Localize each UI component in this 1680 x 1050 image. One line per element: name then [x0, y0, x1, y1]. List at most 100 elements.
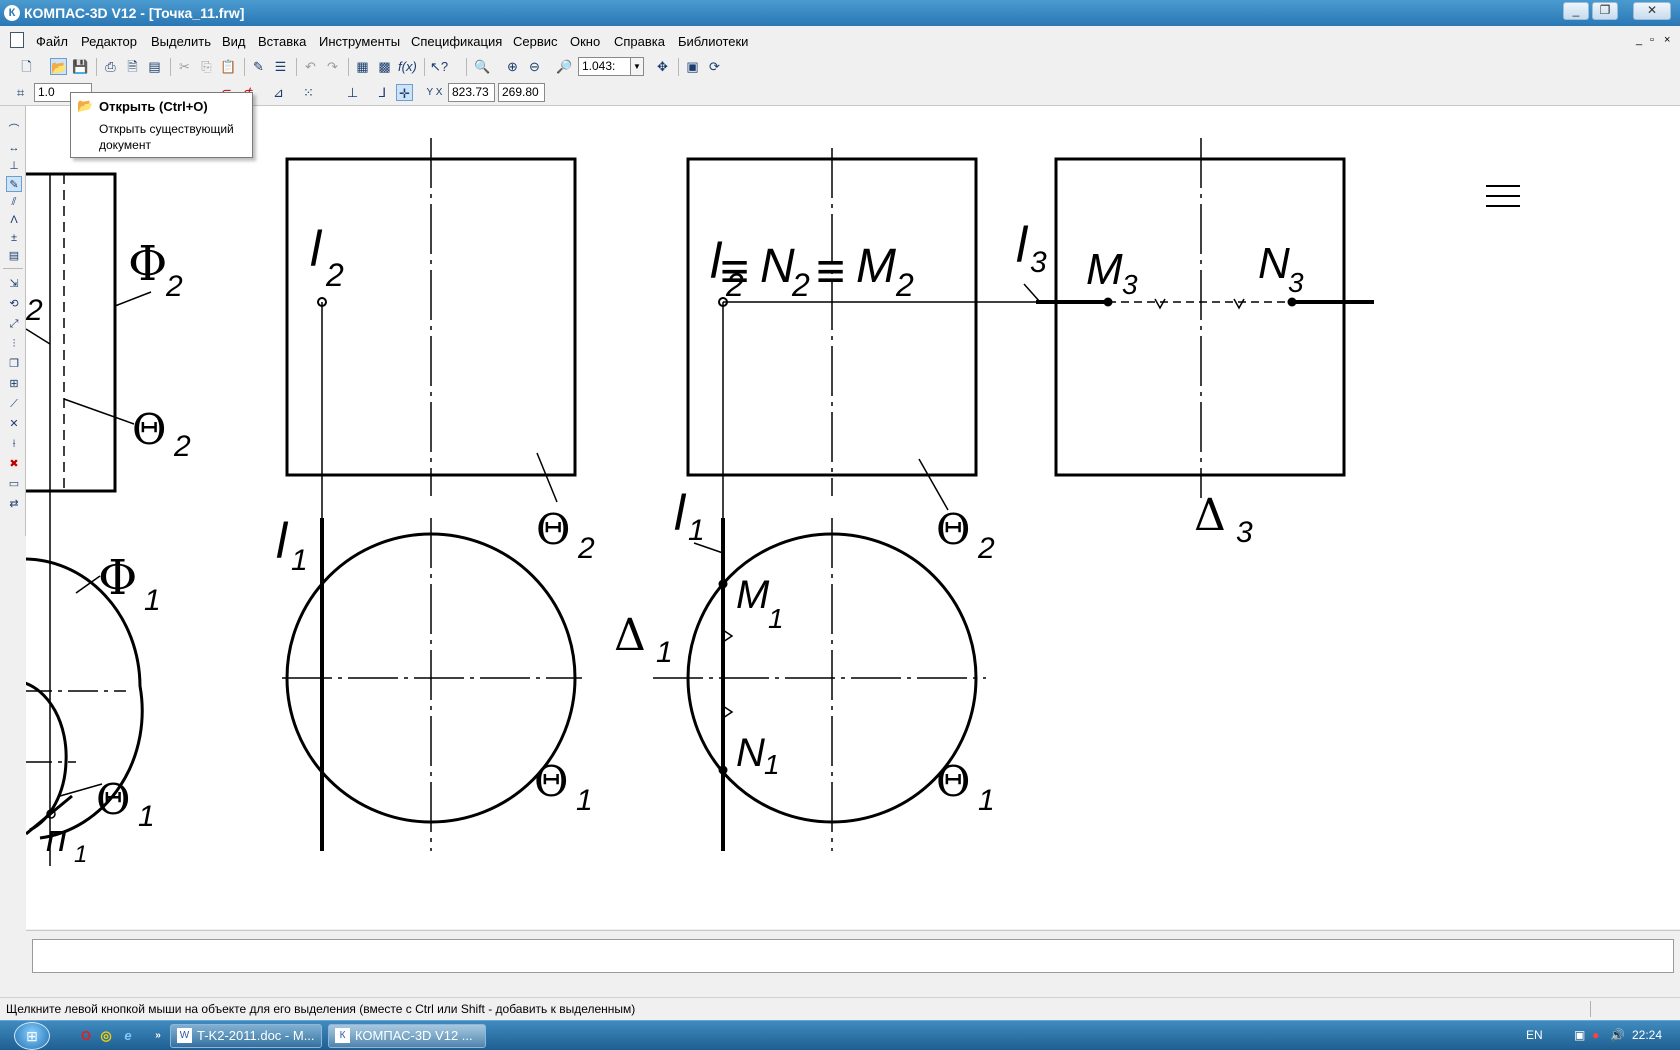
more-icon[interactable]: »: [150, 1028, 166, 1044]
menu-tools[interactable]: Инструменты: [319, 34, 400, 49]
delete-icon[interactable]: ✖: [6, 456, 22, 472]
minimize-button[interactable]: _: [1563, 2, 1589, 20]
document-icon[interactable]: [10, 32, 24, 48]
save-icon[interactable]: 💾: [72, 58, 89, 75]
help-pointer-icon[interactable]: ↖?: [430, 58, 448, 75]
trim-icon[interactable]: ✕: [6, 416, 22, 432]
mdi-restore-button[interactable]: ▫: [1650, 34, 1654, 46]
redo-icon[interactable]: ↷: [324, 58, 341, 75]
zoom-in-icon[interactable]: ⊕: [504, 58, 521, 75]
taskbar-item-word[interactable]: W T-K2-2011.doc - M...: [170, 1024, 322, 1048]
open-document-icon[interactable]: 📂: [50, 58, 67, 75]
svg-text:1: 1: [656, 636, 673, 669]
preview-icon[interactable]: 🗎: [124, 58, 141, 75]
break-icon[interactable]: ⟋: [6, 396, 22, 412]
measure-icon[interactable]: Λ: [6, 212, 22, 228]
menu-select[interactable]: Выделить: [151, 34, 211, 49]
coord-x-input[interactable]: 823.73: [448, 83, 495, 102]
restore-button[interactable]: ❐: [1592, 2, 1618, 20]
standard-toolbar: 🗋 📂 💾 ⎙ 🗎 ▤ ✂ ⎘ 📋 ✎ ☰ ↶ ↷ ▦ ▩ f(x) ↖? 🔍 …: [0, 54, 1680, 80]
menu-file[interactable]: Файл: [36, 34, 68, 49]
property-panel-field[interactable]: [32, 939, 1674, 973]
parametrization-icon[interactable]: ⫽: [6, 194, 22, 210]
volume-icon[interactable]: 🔊: [1610, 1028, 1625, 1042]
deform-icon[interactable]: ⊞: [6, 376, 22, 392]
svg-text:1: 1: [74, 841, 87, 868]
clip-icon[interactable]: ▭: [6, 476, 22, 492]
move-icon[interactable]: ⇲: [6, 276, 22, 292]
equiv-sign-2: ≡: [816, 243, 845, 299]
menu-editor[interactable]: Редактор: [81, 34, 137, 49]
n2-label: N: [760, 240, 795, 293]
copy-icon[interactable]: ⎘: [198, 58, 215, 75]
select-icon[interactable]: ±: [6, 230, 22, 246]
menu-specification[interactable]: Спецификация: [411, 34, 502, 49]
menu-insert[interactable]: Вставка: [258, 34, 306, 49]
list-icon[interactable]: ☰: [272, 58, 289, 75]
start-button[interactable]: ⊞: [14, 1022, 50, 1050]
print-icon[interactable]: ⎙: [102, 58, 119, 75]
menu-help[interactable]: Справка: [614, 34, 665, 49]
edit-icon[interactable]: ✎: [6, 176, 22, 192]
grid-icon[interactable]: ⁙: [300, 84, 317, 101]
fx-icon[interactable]: f(x): [398, 58, 417, 75]
extend-icon[interactable]: ⟊: [6, 436, 22, 452]
rotate-icon[interactable]: ⟲: [6, 296, 22, 312]
ortho-mode-icon[interactable]: ⅃: [374, 84, 391, 101]
equiv-sign-1: ≡: [720, 243, 749, 299]
designations-icon[interactable]: ⊥: [6, 158, 22, 174]
mdi-close-button[interactable]: ×: [1664, 34, 1670, 46]
menu-libraries[interactable]: Библиотеки: [678, 34, 748, 49]
new-document-icon[interactable]: 🗋: [18, 58, 35, 75]
pan-icon[interactable]: ✥: [654, 58, 671, 75]
spec-icon[interactable]: ▤: [6, 248, 22, 264]
properties-icon[interactable]: ✎: [250, 58, 267, 75]
grid-step-icon[interactable]: ⌗: [12, 84, 29, 101]
zoom-window-icon[interactable]: 🔍: [474, 58, 491, 75]
undo-icon[interactable]: ↶: [302, 58, 319, 75]
app-icon[interactable]: ◎: [98, 1028, 114, 1044]
cut-icon[interactable]: ✂: [176, 58, 193, 75]
zoom-icon[interactable]: 🔎: [556, 58, 573, 75]
m1-label: M: [736, 573, 770, 617]
mdi-minimize-button[interactable]: _: [1636, 34, 1642, 46]
snap-icon[interactable]: ✛: [396, 84, 413, 101]
dimensions-icon[interactable]: ↔: [6, 140, 22, 156]
transform-icon[interactable]: ⇄: [6, 496, 22, 512]
manager-icon[interactable]: ▦: [354, 58, 371, 75]
language-indicator[interactable]: EN: [1526, 1028, 1543, 1042]
clock[interactable]: 22:24: [1632, 1028, 1662, 1042]
opera-icon[interactable]: O: [78, 1028, 94, 1044]
zoom-out-icon[interactable]: ⊖: [526, 58, 543, 75]
svg-text:3: 3: [1122, 269, 1138, 300]
window-title: КОМПАС-3D V12 - [Точка_11.frw]: [24, 5, 245, 21]
taskbar-item-kompas[interactable]: К КОМПАС-3D V12 ...: [328, 1024, 486, 1048]
zoom-dropdown-arrow[interactable]: ▼: [630, 57, 644, 76]
menu-view[interactable]: Вид: [222, 34, 246, 49]
scale-icon[interactable]: ⤢: [6, 316, 22, 332]
menu-window[interactable]: Окно: [570, 34, 600, 49]
orthogonal-icon[interactable]: ⊿: [270, 84, 287, 101]
local-cs-icon[interactable]: ⊥: [344, 84, 361, 101]
variables-icon[interactable]: ▩: [376, 58, 393, 75]
paste-icon[interactable]: 📋: [220, 58, 237, 75]
coord-y-input[interactable]: 269.80: [498, 83, 545, 102]
antivirus-icon[interactable]: ●: [1592, 1028, 1599, 1042]
network-icon[interactable]: ▣: [1574, 1028, 1585, 1042]
drawing-canvas[interactable]: Φ 2 2 Θ 2 Φ 1 Θ 1 п 1 l 2 l 1 Θ 2 Θ 1 l …: [26, 106, 1680, 929]
zoom-scale-input[interactable]: 1.043:: [578, 57, 634, 76]
svg-text:1: 1: [688, 514, 705, 547]
menu-service[interactable]: Сервис: [513, 34, 558, 49]
print-setup-icon[interactable]: ▤: [146, 58, 163, 75]
refresh-icon[interactable]: ▣: [684, 58, 701, 75]
symmetry-icon[interactable]: ⫶: [6, 336, 22, 352]
internet-explorer-icon[interactable]: e: [120, 1028, 136, 1044]
geometry-icon[interactable]: ⌒: [6, 122, 22, 138]
copy-objects-icon[interactable]: ❐: [6, 356, 22, 372]
theta1-label-left: Θ: [96, 775, 130, 824]
rebuild-icon[interactable]: ⟳: [706, 58, 723, 75]
close-button[interactable]: ✕: [1633, 2, 1671, 20]
phi1-label: Φ: [98, 550, 137, 606]
taskbar: ⊞ O ◎ e » W T-K2-2011.doc - M... К КОМПА…: [0, 1020, 1680, 1050]
svg-text:1: 1: [768, 603, 784, 634]
